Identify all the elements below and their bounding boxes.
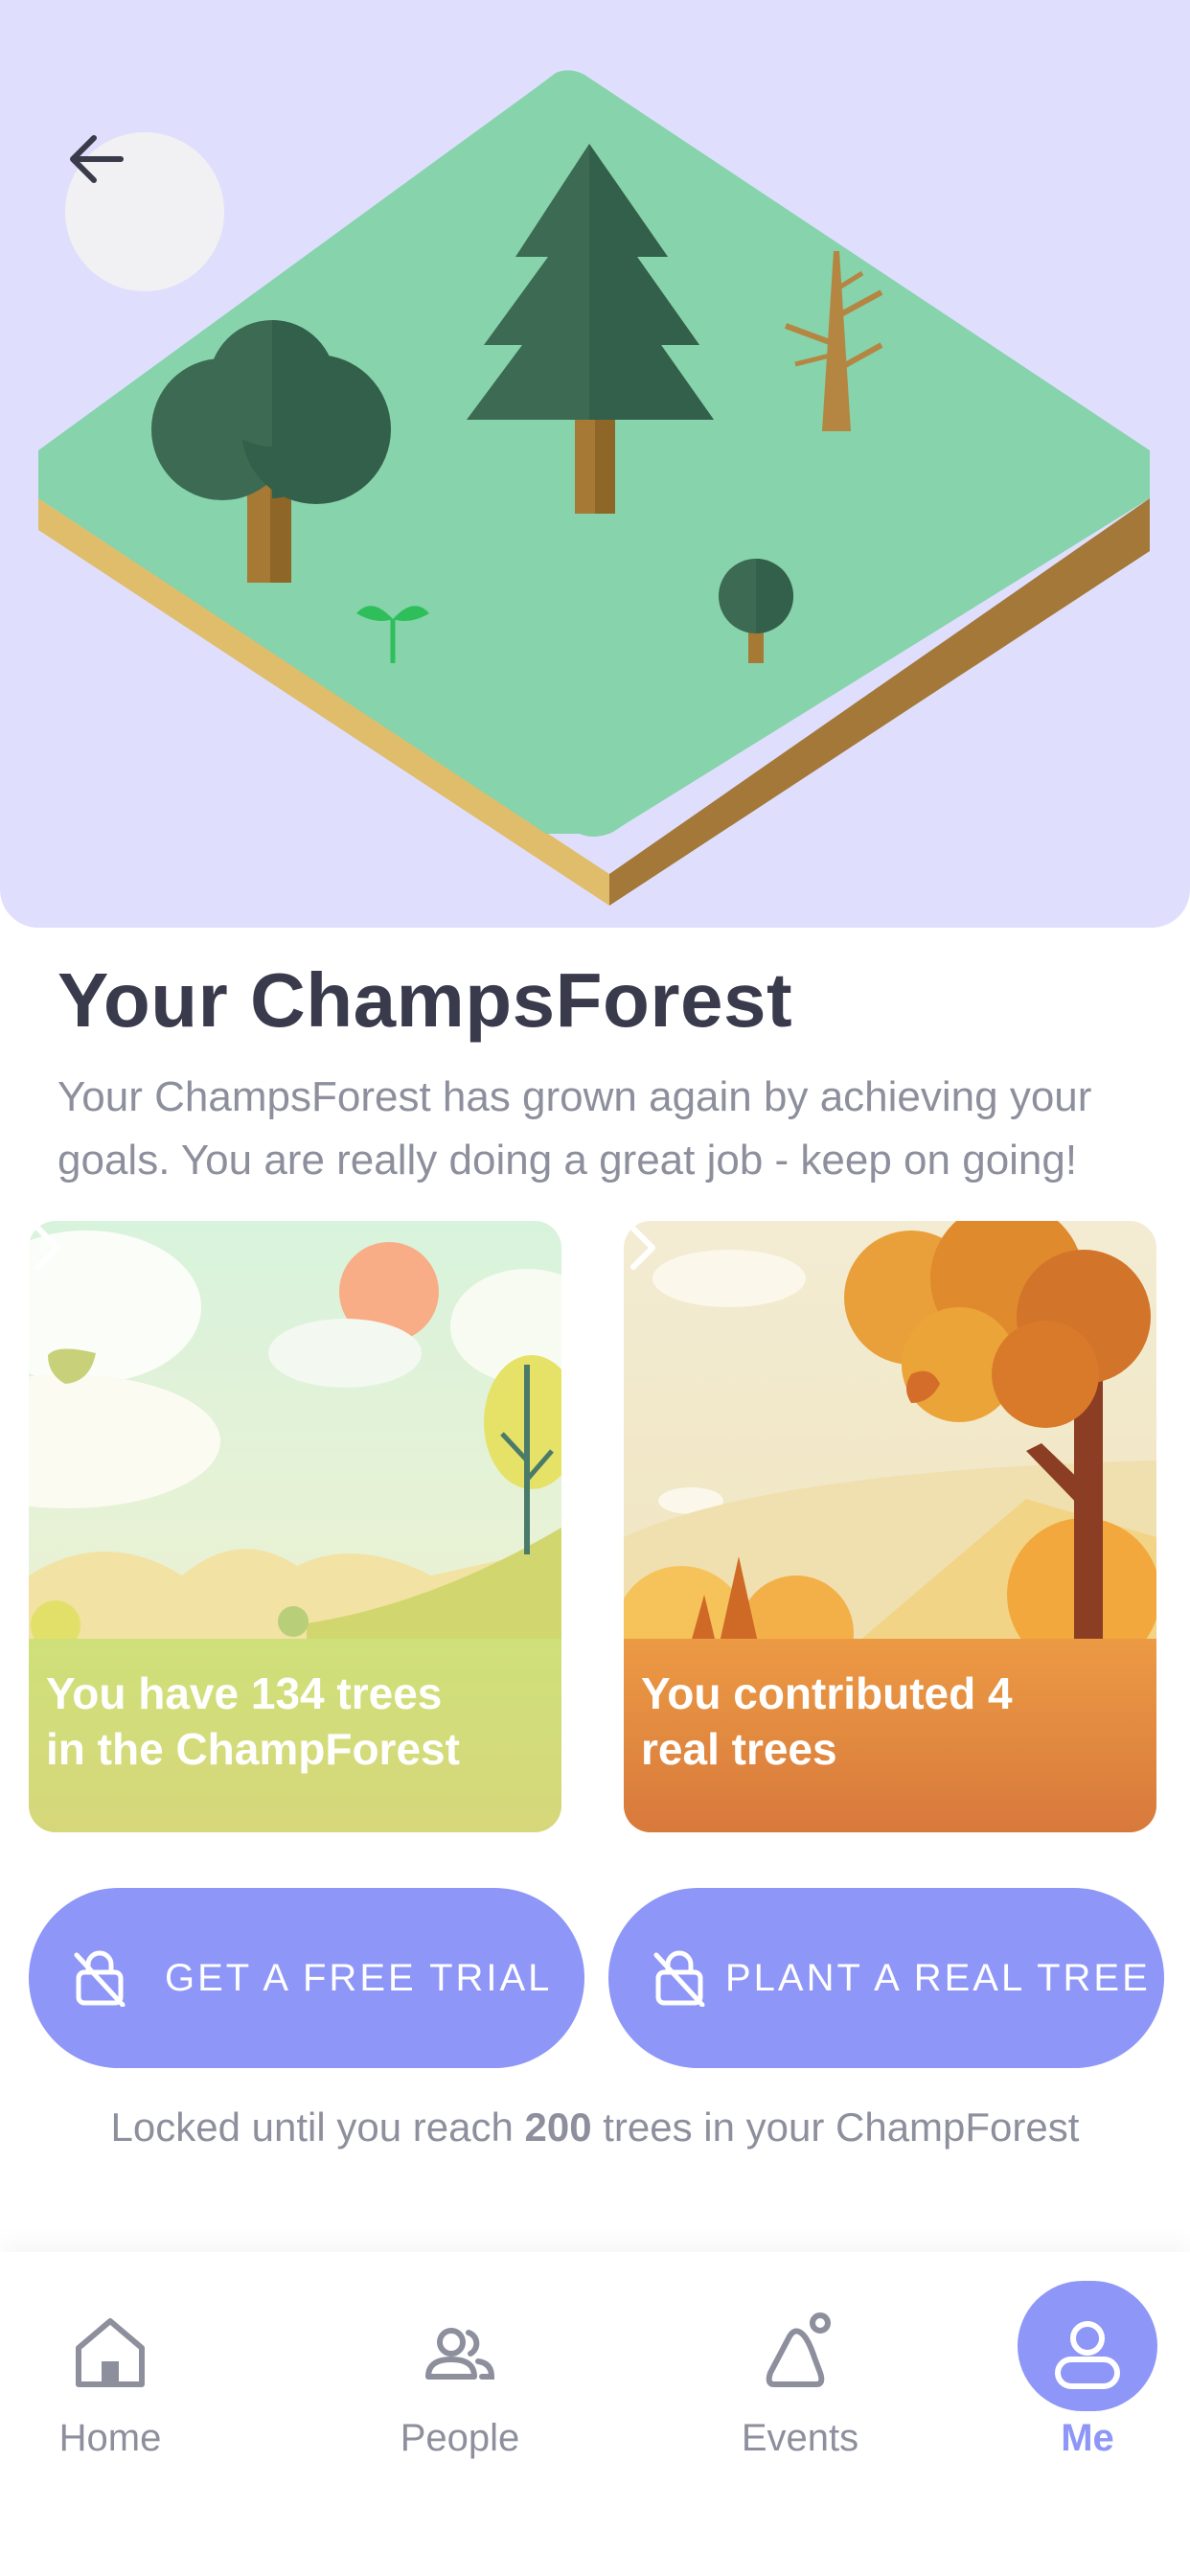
tab-me-label: Me — [1061, 2417, 1114, 2459]
user-icon — [1055, 2321, 1120, 2389]
trees-count-line2: in the ChampForest — [46, 1724, 460, 1774]
tab-events-label: Events — [741, 2417, 859, 2459]
tab-people-label: People — [400, 2417, 520, 2459]
trees-count-text: You have 134 trees in the ChampForest — [46, 1666, 496, 1777]
free-trial-label: GET A FREE TRIAL — [165, 1957, 553, 1999]
chevron-right-icon — [35, 1226, 60, 1270]
page-subtitle: Your ChampsForest has grown again by ach… — [57, 1073, 1092, 1184]
tab-people[interactable]: People — [383, 2252, 537, 2482]
tab-home-label: Home — [58, 2417, 162, 2459]
bottom-tab-bar: Home People Events Me — [0, 2252, 1190, 2576]
plant-tree-label: PLANT A REAL TREE — [725, 1957, 1151, 1999]
forest-hero — [0, 0, 1190, 928]
plant-tree-button[interactable]: PLANT A REAL TREE — [608, 1888, 1164, 2068]
tab-events[interactable]: Events — [728, 2252, 872, 2482]
real-trees-text: You contributed 4 real trees — [641, 1666, 1091, 1777]
arrow-left-icon — [70, 135, 124, 183]
locked-note: Locked until you reach 200 trees in your… — [0, 2104, 1190, 2150]
chevron-right-icon — [630, 1226, 655, 1270]
locked-note-count: 200 — [524, 2104, 592, 2150]
trees-count-card[interactable]: You have 134 trees in the ChampForest — [29, 1221, 561, 1832]
free-trial-button[interactable]: GET A FREE TRIAL — [29, 1888, 584, 2068]
real-trees-line2: real trees — [641, 1724, 837, 1774]
trees-count-line1: You have 134 trees — [46, 1668, 443, 1718]
tab-home[interactable]: Home — [38, 2252, 182, 2482]
events-icon — [766, 2312, 831, 2387]
real-trees-line1: You contributed 4 — [641, 1668, 1013, 1718]
lock-open-icon — [74, 1950, 126, 2007]
page-title: Your ChampsForest — [57, 957, 793, 1043]
lock-open-icon — [653, 1950, 705, 2007]
back-button[interactable] — [65, 132, 224, 291]
locked-note-prefix: Locked until you reach — [110, 2104, 525, 2150]
real-trees-card[interactable]: You contributed 4 real trees — [624, 1221, 1156, 1832]
locked-note-suffix: trees in your ChampForest — [591, 2104, 1080, 2150]
tab-me[interactable]: Me — [1016, 2252, 1159, 2482]
people-icon — [425, 2328, 495, 2380]
forest-screen: Your ChampsForest Your ChampsForest has … — [0, 0, 1190, 2576]
home-icon — [76, 2318, 145, 2387]
